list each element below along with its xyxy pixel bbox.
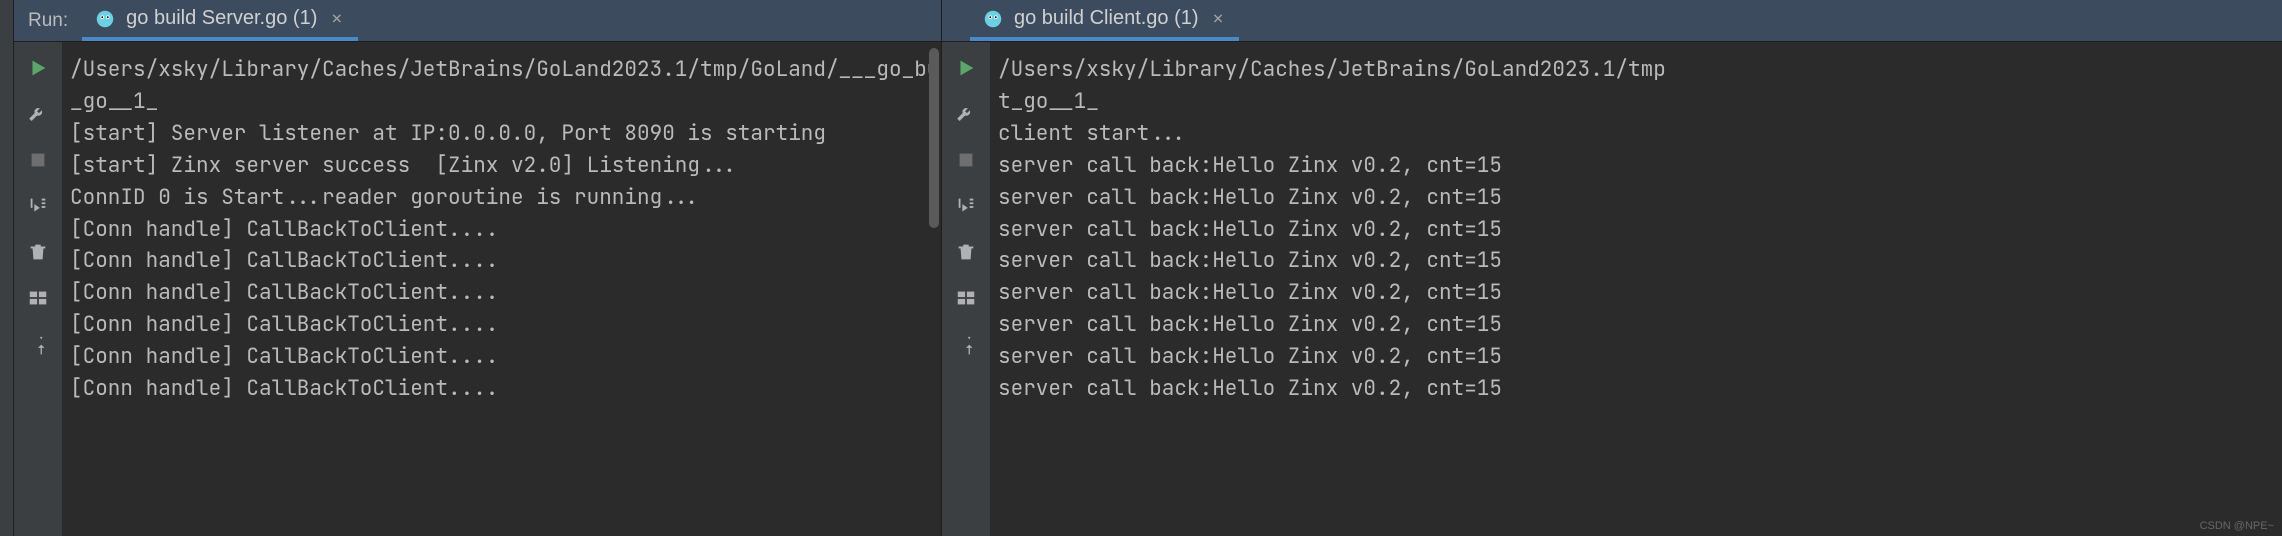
console-line: /Users/xsky/Library/Caches/JetBrains/GoL… [70, 54, 933, 86]
panel-body-right: /Users/xsky/Library/Caches/JetBrains/GoL… [942, 42, 2282, 536]
console-line: client start... [998, 118, 2274, 150]
scroll-end-button[interactable] [950, 190, 982, 222]
console-line: server call back:Hello Zinx v0.2, cnt=15 [998, 214, 2274, 246]
pin-button[interactable] [22, 328, 54, 360]
gopher-icon [94, 8, 116, 30]
stop-button[interactable] [22, 144, 54, 176]
trash-button[interactable] [950, 236, 982, 268]
stop-button[interactable] [950, 144, 982, 176]
layout-button[interactable] [22, 282, 54, 314]
gopher-icon [982, 8, 1004, 30]
console-line: server call back:Hello Zinx v0.2, cnt=15 [998, 341, 2274, 373]
tab-server[interactable]: go build Server.go (1) × [82, 0, 358, 41]
run-panel-client: go build Client.go (1) × [942, 0, 2282, 536]
tab-client[interactable]: go build Client.go (1) × [970, 0, 1239, 41]
side-strip [0, 0, 14, 536]
pin-button[interactable] [950, 328, 982, 360]
console-line: [Conn handle] CallBackToClient.... [70, 245, 933, 277]
tab-bar-left: Run: go build Server.go (1) × [14, 0, 941, 42]
trash-button[interactable] [22, 236, 54, 268]
scroll-end-button[interactable] [22, 190, 54, 222]
toolbar-right [942, 42, 990, 536]
console-line: [start] Zinx server success [Zinx v2.0] … [70, 150, 933, 182]
console-line: server call back:Hello Zinx v0.2, cnt=15 [998, 150, 2274, 182]
console-line: server call back:Hello Zinx v0.2, cnt=15 [998, 277, 2274, 309]
wrench-button[interactable] [950, 98, 982, 130]
panel-body-left: /Users/xsky/Library/Caches/JetBrains/GoL… [14, 42, 941, 536]
close-icon[interactable]: × [1209, 8, 1228, 29]
tab-bar-right: go build Client.go (1) × [942, 0, 2282, 42]
console-line: [start] Server listener at IP:0.0.0.0, P… [70, 118, 933, 150]
run-label: Run: [14, 10, 82, 32]
run-panel-server: Run: go build Server.go (1) × [14, 0, 942, 536]
console-line: _go__1_ [70, 86, 933, 118]
console-line: [Conn handle] CallBackToClient.... [70, 277, 933, 309]
console-line: t_go__1_ [998, 86, 2274, 118]
console-line: [Conn handle] CallBackToClient.... [70, 214, 933, 246]
tab-label: go build Server.go (1) [126, 7, 317, 30]
scrollbar[interactable] [929, 48, 939, 228]
toolbar-left [14, 42, 62, 536]
watermark: CSDN @NPE~ [2200, 520, 2274, 532]
console-line: server call back:Hello Zinx v0.2, cnt=15 [998, 182, 2274, 214]
wrench-button[interactable] [22, 98, 54, 130]
console-line: [Conn handle] CallBackToClient.... [70, 341, 933, 373]
tab-label: go build Client.go (1) [1014, 7, 1199, 30]
console-right[interactable]: /Users/xsky/Library/Caches/JetBrains/GoL… [990, 42, 2282, 536]
layout-button[interactable] [950, 282, 982, 314]
console-line: [Conn handle] CallBackToClient.... [70, 309, 933, 341]
console-line: [Conn handle] CallBackToClient.... [70, 373, 933, 405]
console-line: server call back:Hello Zinx v0.2, cnt=15 [998, 245, 2274, 277]
console-line: server call back:Hello Zinx v0.2, cnt=15 [998, 309, 2274, 341]
close-icon[interactable]: × [327, 8, 346, 29]
play-button[interactable] [22, 52, 54, 84]
play-button[interactable] [950, 52, 982, 84]
console-line: ConnID 0 is Start...reader goroutine is … [70, 182, 933, 214]
console-line: server call back:Hello Zinx v0.2, cnt=15 [998, 373, 2274, 405]
console-left[interactable]: /Users/xsky/Library/Caches/JetBrains/GoL… [62, 42, 941, 536]
console-line: /Users/xsky/Library/Caches/JetBrains/GoL… [998, 54, 2274, 86]
